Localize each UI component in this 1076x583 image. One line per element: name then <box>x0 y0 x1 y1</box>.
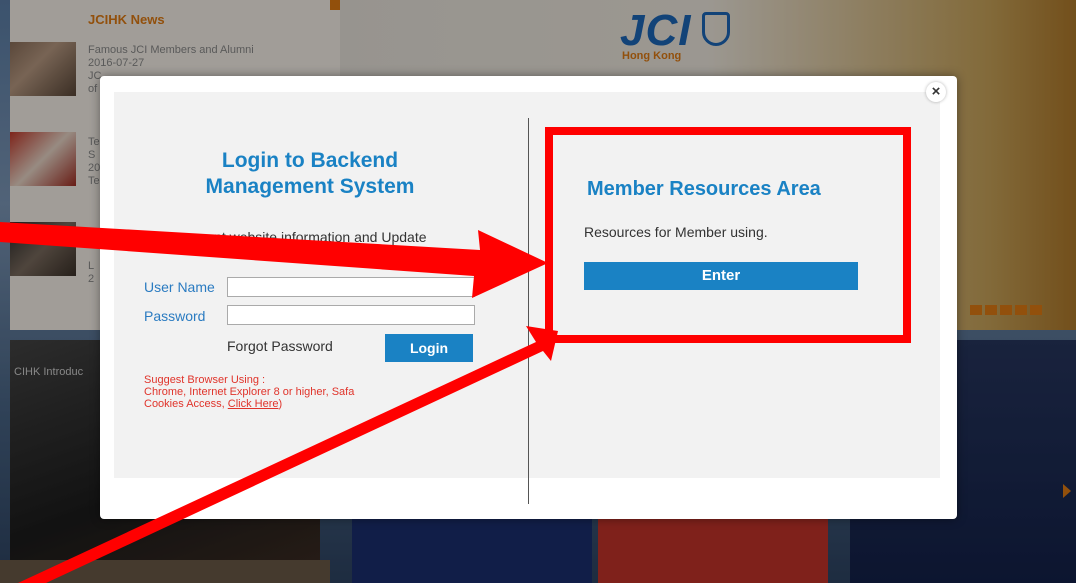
annotation-highlight-box <box>545 127 911 343</box>
arrow-lower <box>18 326 558 583</box>
annotation-arrows <box>0 222 558 583</box>
arrow-upper <box>0 222 548 298</box>
